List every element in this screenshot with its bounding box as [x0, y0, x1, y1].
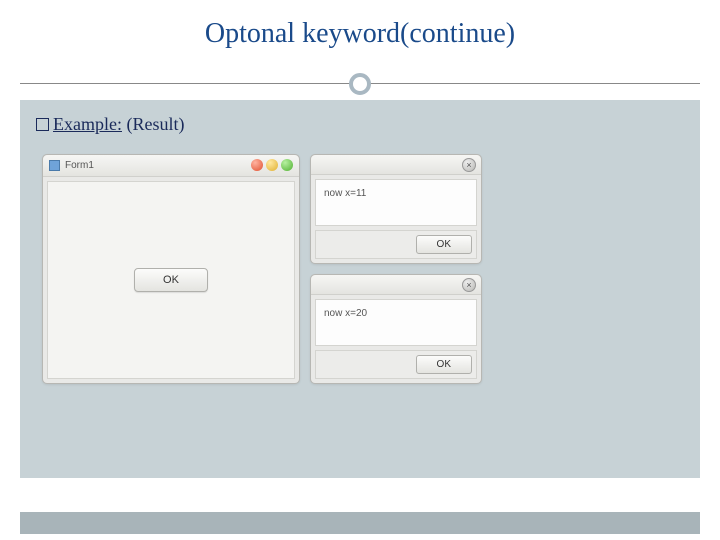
slide-title: Optonal keyword(continue) — [0, 0, 720, 74]
dialog2-message: now x=20 — [315, 299, 477, 346]
example-heading: Example: (Result) — [36, 114, 684, 135]
example-label: Example: — [53, 114, 122, 134]
slide: Optonal keyword(continue) Example: (Resu… — [0, 0, 720, 540]
minimize-icon[interactable] — [266, 159, 278, 171]
ok-button[interactable]: OK — [416, 235, 472, 254]
dialog2-titlebar: × — [311, 275, 481, 295]
dialog1-buttonbar: OK — [315, 230, 477, 259]
dialog1-body: now x=11 OK — [311, 175, 481, 263]
maximize-icon[interactable] — [281, 159, 293, 171]
bullet-box-icon — [36, 118, 49, 131]
example-suffix: (Result) — [122, 114, 185, 134]
close-icon[interactable] — [251, 159, 263, 171]
footer-strip — [20, 512, 700, 534]
dialog1-titlebar: × — [311, 155, 481, 175]
app-icon — [49, 160, 60, 171]
ok-button[interactable]: OK — [134, 268, 208, 292]
content-area: Example: (Result) Form1 OK — [20, 100, 700, 478]
message-dialog-2: × now x=20 OK — [310, 274, 482, 384]
divider — [0, 74, 720, 94]
dialog2-buttonbar: OK — [315, 350, 477, 379]
dialog-stack: × now x=11 OK × now x=20 — [310, 154, 482, 384]
ok-button[interactable]: OK — [416, 355, 472, 374]
form1-body: OK — [47, 181, 295, 379]
close-icon[interactable]: × — [462, 158, 476, 172]
close-icon[interactable]: × — [462, 278, 476, 292]
form1-window: Form1 OK — [42, 154, 300, 384]
window-controls — [251, 159, 293, 171]
message-dialog-1: × now x=11 OK — [310, 154, 482, 264]
dialog2-body: now x=20 OK — [311, 295, 481, 383]
screenshot-group: Form1 OK × now x=11 — [42, 154, 482, 384]
form1-title: Form1 — [65, 160, 94, 171]
divider-circle-icon — [349, 73, 371, 95]
form1-titlebar: Form1 — [43, 155, 299, 177]
dialog1-message: now x=11 — [315, 179, 477, 226]
